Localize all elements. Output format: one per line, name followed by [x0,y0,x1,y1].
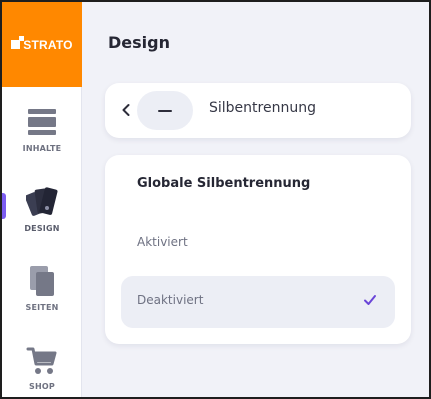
hyphen-icon [158,109,172,112]
option-deaktiviert[interactable]: Deaktiviert [121,276,395,328]
option-label: Aktiviert [137,235,188,249]
strato-logo-icon [11,36,25,49]
pages-icon [30,266,54,296]
checkmark-icon [364,295,376,305]
chevron-left-icon [122,104,130,116]
sidebar-item-label: INHALTE [22,144,62,153]
shopping-cart-icon [26,347,57,374]
sidebar: STRATO INHALTE DESIGN SEITEN SHOP [2,2,82,397]
sidebar-item-inhalte[interactable]: INHALTE [2,102,82,172]
design-swatches-icon [26,187,58,216]
sidebar-item-shop[interactable]: SHOP [2,340,82,397]
option-label: Deaktiviert [137,293,204,307]
sidebar-item-label: SHOP [29,382,55,391]
option-aktiviert[interactable]: Aktiviert [121,218,395,270]
app-window: STRATO INHALTE DESIGN SEITEN SHOP Design… [0,0,431,399]
back-button[interactable] [119,100,133,120]
sidebar-item-design[interactable]: DESIGN [2,182,82,252]
sidebar-item-label: DESIGN [24,224,60,233]
options-heading: Globale Silbentrennung [137,176,311,191]
section-name: Silbentrennung [209,100,316,116]
sidebar-item-label: SEITEN [25,303,59,312]
section-nav-card: Silbentrennung [105,83,411,138]
sidebar-item-seiten[interactable]: SEITEN [2,260,82,330]
page-title: Design [108,33,170,52]
content-blocks-icon [28,109,56,135]
section-icon-pill [137,91,193,130]
brand-name: STRATO [23,37,73,52]
brand-logo[interactable]: STRATO [2,2,82,87]
hyphenation-options-card: Globale Silbentrennung Aktiviert Deaktiv… [105,155,411,344]
